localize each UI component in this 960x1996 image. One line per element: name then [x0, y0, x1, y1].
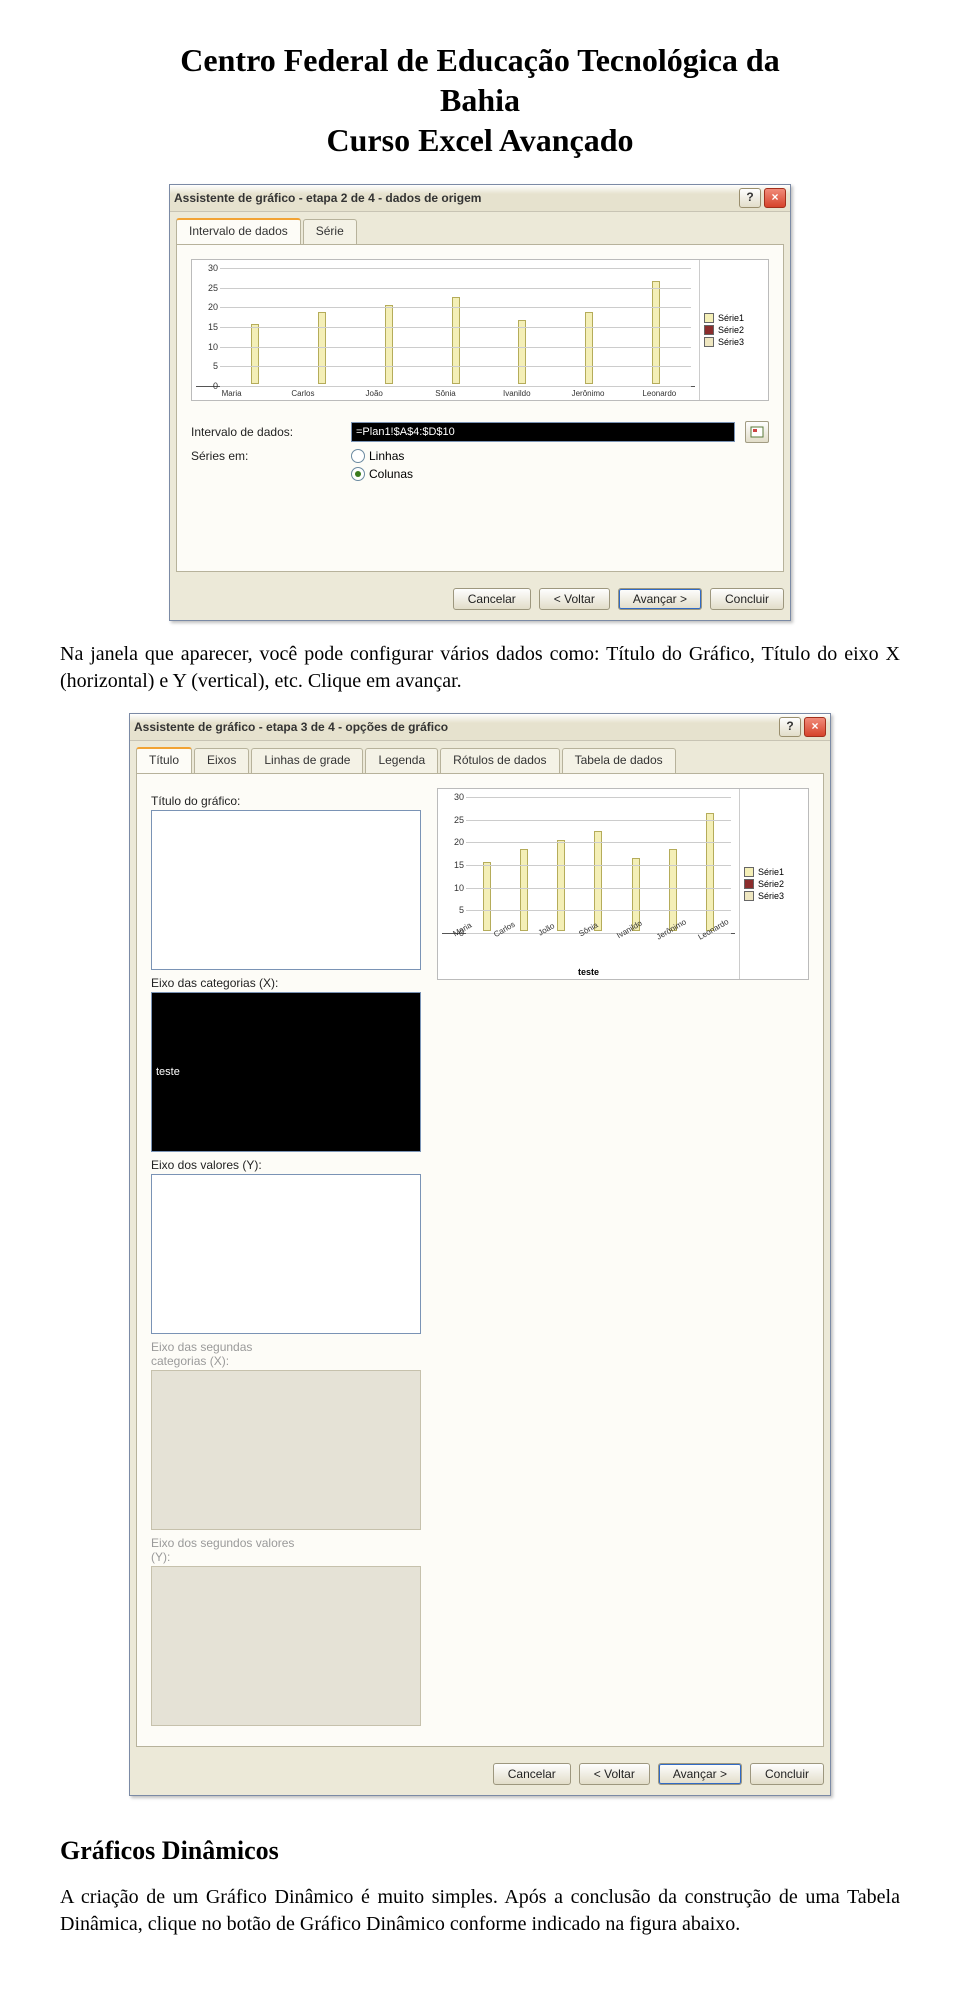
cancel-button[interactable]: Cancelar — [493, 1763, 571, 1785]
swatch-3 — [704, 337, 714, 347]
data-range-row: Intervalo de dados: =Plan1!$A$4:$D$10 — [191, 421, 769, 443]
back-button[interactable]: < Voltar — [539, 588, 610, 610]
plot-area: 051015202530 — [196, 268, 695, 386]
chart-wizard-step3-dialog: Assistente de gráfico - etapa 3 de 4 - o… — [129, 713, 831, 1796]
data-range-input[interactable]: =Plan1!$A$4:$D$10 — [351, 422, 735, 442]
x-axis: MariaCarlosJoãoSôniaIvanildoJerônimoLeon… — [196, 386, 695, 398]
paragraph-config: Na janela que aparecer, você pode config… — [60, 641, 900, 695]
secondary-cat-label: Eixo das segundas categorias (X): — [151, 1340, 301, 1368]
help-button[interactable]: ? — [779, 717, 801, 737]
legend-series1: Série1 — [704, 313, 764, 323]
finish-button[interactable]: Concluir — [750, 1763, 824, 1785]
chart-preview-column: 051015202530 MariaCarlosJoãoSôniaIvanild… — [437, 788, 809, 1732]
data-range-label: Intervalo de dados: — [191, 425, 341, 439]
chart-title-input[interactable] — [151, 810, 421, 970]
legend-series3: Série3 — [744, 891, 804, 901]
value-y-input[interactable] — [151, 1174, 421, 1334]
tab-data-table[interactable]: Tabela de dados — [562, 748, 676, 773]
x-axis-title: teste — [442, 964, 735, 977]
radio-icon — [351, 467, 365, 481]
close-button[interactable]: × — [764, 188, 786, 208]
radio-columns[interactable]: Colunas — [351, 467, 413, 481]
tab-gridlines[interactable]: Linhas de grade — [251, 748, 363, 773]
legend-series2: Série2 — [744, 879, 804, 889]
secondary-val-input — [151, 1566, 421, 1726]
chart-legend: Série1 Série2 Série3 — [699, 260, 768, 400]
cancel-button[interactable]: Cancelar — [453, 588, 531, 610]
back-button[interactable]: < Voltar — [579, 1763, 650, 1785]
range-picker-icon[interactable] — [745, 421, 769, 443]
section-heading: Gráficos Dinâmicos — [60, 1836, 900, 1866]
swatch-1 — [704, 313, 714, 323]
chart-area: 051015202530 MariaCarlosJoãoSôniaIvanild… — [192, 260, 699, 400]
swatch-2 — [744, 879, 754, 889]
finish-button[interactable]: Concluir — [710, 588, 784, 610]
dialog-buttons: Cancelar < Voltar Avançar > Concluir — [170, 578, 790, 620]
swatch-2 — [704, 325, 714, 335]
dialog-titlebar: Assistente de gráfico - etapa 2 de 4 - d… — [170, 185, 790, 212]
chart-legend: Série1 Série2 Série3 — [739, 789, 808, 979]
swatch-1 — [744, 867, 754, 877]
radio-lines[interactable]: Linhas — [351, 449, 404, 463]
tab-series[interactable]: Série — [303, 219, 357, 244]
tabstrip: Intervalo de dados Série — [170, 212, 790, 244]
paragraph-dynamic: A criação de um Gráfico Dinâmico é muito… — [60, 1884, 900, 1938]
titles-form: Título do gráfico: Eixo das categorias (… — [151, 788, 421, 1732]
dialog-titlebar: Assistente de gráfico - etapa 3 de 4 - o… — [130, 714, 830, 741]
secondary-val-label: Eixo dos segundos valores (Y): — [151, 1536, 301, 1564]
page-title: Centro Federal de Educação Tecnológica d… — [60, 40, 900, 160]
next-button[interactable]: Avançar > — [658, 1763, 742, 1785]
chart-preview: 051015202530 MariaCarlosJoãoSôniaIvanild… — [191, 259, 769, 401]
category-x-label: Eixo das categorias (X): — [151, 976, 301, 990]
x-axis: MariaCarlosJoãoSôniaIvanildoJerônimoLeon… — [442, 933, 735, 964]
dialog-title: Assistente de gráfico - etapa 2 de 4 - d… — [174, 191, 736, 205]
next-button[interactable]: Avançar > — [618, 588, 702, 610]
tabpane: 051015202530 MariaCarlosJoãoSôniaIvanild… — [176, 244, 784, 572]
tabstrip: Título Eixos Linhas de grade Legenda Rót… — [130, 741, 830, 773]
title-line2: Bahia — [60, 80, 900, 120]
chart-title-label: Título do gráfico: — [151, 794, 301, 808]
tab-title[interactable]: Título — [136, 747, 192, 773]
swatch-3 — [744, 891, 754, 901]
dialog-title: Assistente de gráfico - etapa 3 de 4 - o… — [134, 720, 776, 734]
chart-wizard-step2-dialog: Assistente de gráfico - etapa 2 de 4 - d… — [169, 184, 791, 621]
value-y-label: Eixo dos valores (Y): — [151, 1158, 301, 1172]
dialog-buttons: Cancelar < Voltar Avançar > Concluir — [130, 1753, 830, 1795]
legend-series1: Série1 — [744, 867, 804, 877]
tab-legend[interactable]: Legenda — [365, 748, 438, 773]
plot-area: 051015202530 — [442, 797, 735, 933]
close-button[interactable]: × — [804, 717, 826, 737]
legend-series2: Série2 — [704, 325, 764, 335]
radio-icon — [351, 449, 365, 463]
tab-data-range[interactable]: Intervalo de dados — [176, 218, 301, 244]
secondary-cat-input — [151, 1370, 421, 1530]
tabpane: Título do gráfico: Eixo das categorias (… — [136, 773, 824, 1747]
tab-axes[interactable]: Eixos — [194, 748, 249, 773]
series-in-label: Séries em: — [191, 449, 341, 463]
title-line1: Centro Federal de Educação Tecnológica d… — [60, 40, 900, 80]
help-button[interactable]: ? — [739, 188, 761, 208]
series-in-row: Séries em: Linhas Colunas — [191, 449, 769, 481]
tab-data-labels[interactable]: Rótulos de dados — [440, 748, 559, 773]
category-x-input[interactable]: teste — [151, 992, 421, 1152]
legend-series3: Série3 — [704, 337, 764, 347]
title-line3: Curso Excel Avançado — [60, 120, 900, 160]
